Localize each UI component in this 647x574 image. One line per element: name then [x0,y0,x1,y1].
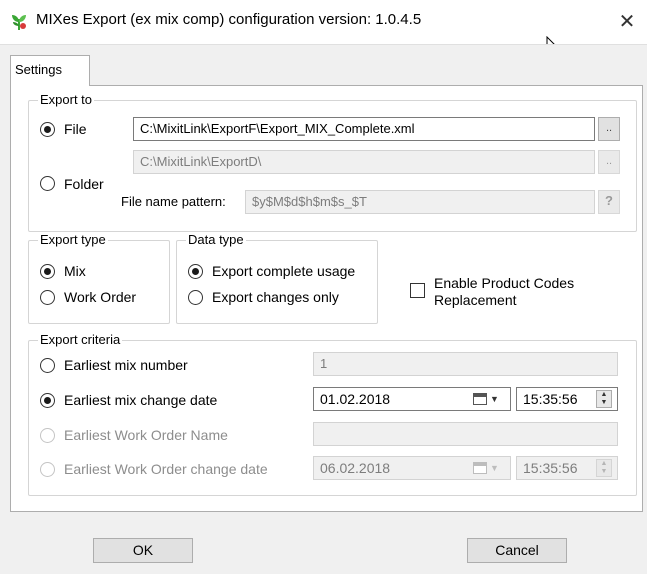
earliest-wo-change-date-label: Earliest Work Order change date [64,461,268,477]
calendar-icon[interactable] [473,462,487,474]
earliest-wo-name-label: Earliest Work Order Name [64,427,228,443]
data-type-group [176,240,378,324]
tab-settings[interactable]: Settings [10,55,90,86]
export-changes-only-radio[interactable] [188,290,203,305]
file-browse-button[interactable]: .. [598,117,620,141]
earliest-wo-name-radio[interactable] [40,428,55,443]
chevron-down-icon[interactable]: ▼ [490,463,499,473]
export-type-work-order-radio[interactable] [40,290,55,305]
earliest-wo-change-date-radio[interactable] [40,462,55,477]
earliest-mix-change-date-radio[interactable] [40,393,55,408]
data-type-legend: Data type [186,232,246,247]
file-radio[interactable] [40,122,55,137]
export-to-legend: Export to [38,92,95,107]
export-type-group [28,240,170,324]
export-criteria-legend: Export criteria [38,332,123,347]
product-codes-label: Enable Product Codes Replacement [434,275,574,309]
export-type-work-order-label: Work Order [64,289,137,305]
folder-label: Folder [64,176,104,192]
earliest-mix-number-input[interactable]: 1 [313,352,618,376]
ok-button[interactable]: OK [93,538,193,563]
earliest-wo-name-input[interactable] [313,422,618,446]
export-complete-usage-radio[interactable] [188,264,203,279]
cancel-button[interactable]: Cancel [467,538,567,563]
folder-browse-button[interactable]: .. [598,150,620,174]
file-name-pattern-input[interactable]: $y$M$d$h$m$s_$T [245,190,595,214]
file-path-input[interactable]: C:\MixitLink\ExportF\Export_MIX_Complete… [133,117,595,141]
product-codes-label-line1: Enable Product Codes [434,275,575,291]
earliest-mix-number-label: Earliest mix number [64,357,188,373]
export-changes-only-label: Export changes only [212,289,339,305]
app-icon [12,15,26,30]
file-name-pattern-label: File name pattern: [121,194,226,209]
file-label: File [64,121,87,137]
export-type-mix-radio[interactable] [40,264,55,279]
earliest-mix-number-radio[interactable] [40,358,55,373]
product-codes-checkbox[interactable] [410,283,425,298]
window-title: MIXes Export (ex mix comp) configuration… [36,11,422,28]
export-complete-usage-label: Export complete usage [212,263,356,279]
export-type-mix-label: Mix [64,263,86,279]
pattern-help-button[interactable]: ? [598,190,620,214]
earliest-mix-change-date-label: Earliest mix change date [64,392,218,408]
product-codes-label-line2: Replacement [434,292,517,308]
folder-path-input[interactable]: C:\MixitLink\ExportD\ [133,150,595,174]
export-type-legend: Export type [38,232,108,247]
calendar-icon[interactable] [473,393,487,405]
wo-time-spin-icon[interactable]: ▲ ▼ [596,459,612,477]
close-icon[interactable]: ✕ [612,8,642,36]
folder-radio[interactable] [40,176,55,191]
mix-time-spin-icon[interactable]: ▲ ▼ [596,390,612,408]
chevron-down-icon[interactable]: ▼ [490,394,499,404]
